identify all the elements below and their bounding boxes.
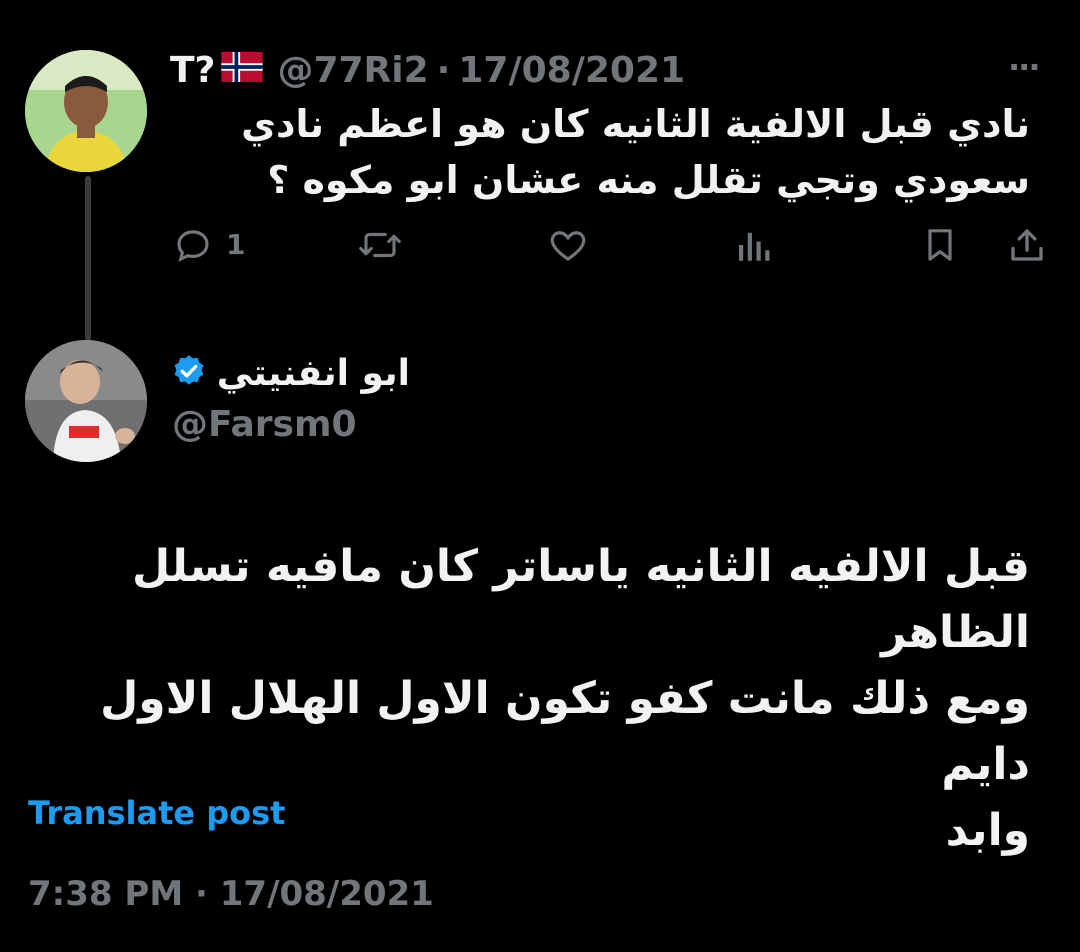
views-icon[interactable] xyxy=(735,224,771,266)
post-header: T? @77Ri2 · 17/08/2021 xyxy=(170,48,685,92)
post-date[interactable]: 17/08/2021 xyxy=(458,50,685,91)
bookmark-icon[interactable] xyxy=(920,224,960,266)
post-text-line: سعودي وتجي تقلل منه عشان ابو مكوه ؟ xyxy=(267,158,1030,202)
separator-dot: · xyxy=(436,49,451,91)
post-header: ابو انفنيتي xyxy=(170,348,410,398)
repost-icon[interactable] xyxy=(356,224,404,266)
reply-icon[interactable] xyxy=(172,224,214,266)
thread-connector-line xyxy=(85,176,91,341)
post-text: نادي قبل الالفية الثانيه كان هو اعظم ناد… xyxy=(170,96,1030,208)
translate-post-link[interactable]: Translate post xyxy=(28,794,285,832)
user-handle[interactable]: @77Ri2 xyxy=(277,50,428,91)
verified-badge-icon xyxy=(171,353,207,393)
avatar-photo-icon xyxy=(25,340,147,462)
user-handle[interactable]: @Farsm0 xyxy=(172,404,357,445)
post-timestamp[interactable]: 7:38 PM · 17/08/2021 xyxy=(28,874,434,914)
display-name[interactable]: ابو انفنيتي xyxy=(217,353,410,394)
avatar-user-1[interactable] xyxy=(25,50,147,172)
display-name[interactable]: T? xyxy=(170,50,215,91)
share-icon[interactable] xyxy=(1006,224,1048,266)
avatar-user-2[interactable] xyxy=(25,340,147,462)
more-icon[interactable]: ··· xyxy=(1008,48,1041,86)
avatar-photo-icon xyxy=(25,50,147,172)
post-text-line: ومع ذلك مانت كفو تكون الاول الهلال الاول… xyxy=(100,673,1030,790)
like-icon[interactable] xyxy=(546,224,590,266)
norway-flag-icon xyxy=(221,50,264,91)
post-text-line: نادي قبل الالفية الثانيه كان هو اعظم ناد… xyxy=(241,102,1030,146)
reply-count: 1 xyxy=(226,228,246,261)
post-text-line: قبل الالفيه الثانيه ياساتر كان مافيه تسل… xyxy=(131,541,1030,658)
